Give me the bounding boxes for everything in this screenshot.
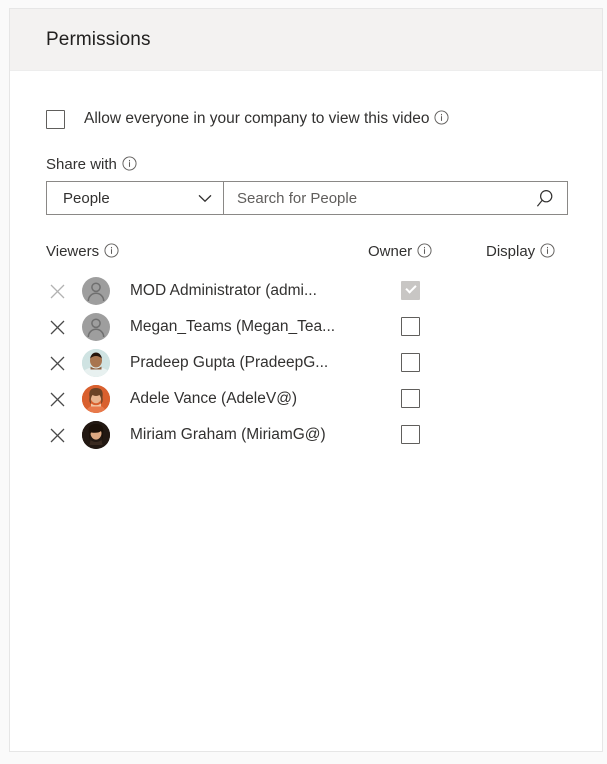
- avatar: [82, 277, 110, 305]
- display-header-text: Display: [486, 243, 536, 260]
- info-icon[interactable]: [122, 156, 137, 171]
- chevron-down-icon: [198, 194, 212, 203]
- owner-header-text: Owner: [368, 243, 413, 260]
- allow-everyone-text: Allow everyone in your company to view t…: [84, 110, 430, 127]
- table-row: MOD Administrator (admi...: [46, 273, 566, 309]
- close-icon[interactable]: [48, 354, 67, 373]
- viewer-name: MOD Administrator (admi...: [130, 282, 317, 299]
- share-with-label: Share with: [46, 156, 566, 173]
- owner-checkbox[interactable]: [401, 317, 420, 336]
- info-icon[interactable]: [540, 243, 555, 258]
- viewer-name: Adele Vance (AdeleV@): [130, 390, 298, 407]
- owner-checkbox[interactable]: [401, 425, 420, 444]
- viewer-name: Miriam Graham (MiriamG@): [130, 426, 326, 443]
- close-icon[interactable]: [48, 318, 67, 337]
- column-header-display: Display: [486, 243, 555, 260]
- viewer-name: Pradeep Gupta (PradeepG...: [130, 354, 329, 371]
- card-body: Allow everyone in your company to view t…: [10, 108, 602, 453]
- close-icon[interactable]: [48, 426, 67, 445]
- avatar: [82, 385, 110, 413]
- table-header-row: Viewers Owner Display: [46, 243, 566, 267]
- table-row: Pradeep Gupta (PradeepG...: [46, 345, 566, 381]
- page-title: Permissions: [46, 28, 151, 50]
- avatar: [82, 421, 110, 449]
- allow-everyone-checkbox[interactable]: [46, 109, 65, 129]
- share-type-value: People: [63, 189, 110, 207]
- permissions-page: Permissions Allow everyone in your compa…: [0, 0, 607, 764]
- viewers-header-text: Viewers: [46, 243, 100, 260]
- table-row: Adele Vance (AdeleV@): [46, 381, 566, 417]
- card-header: Permissions: [10, 9, 602, 71]
- search-icon[interactable]: [534, 188, 555, 209]
- info-icon[interactable]: [417, 243, 432, 258]
- share-type-dropdown[interactable]: People: [46, 181, 224, 215]
- viewers-table: Viewers Owner Display MOD Administrator …: [46, 243, 566, 453]
- avatar: [82, 349, 110, 377]
- viewer-name: Megan_Teams (Megan_Tea...: [130, 318, 336, 335]
- share-with-text: Share with: [46, 156, 117, 173]
- search-people-box[interactable]: [224, 181, 568, 215]
- owner-checkbox[interactable]: [401, 389, 420, 408]
- viewer-rows: MOD Administrator (admi... Megan_Teams (M…: [46, 273, 566, 453]
- close-icon[interactable]: [48, 390, 67, 409]
- column-header-viewers: Viewers: [46, 243, 119, 260]
- column-header-owner: Owner: [368, 243, 432, 260]
- avatar: [82, 313, 110, 341]
- table-row: Megan_Teams (Megan_Tea...: [46, 309, 566, 345]
- info-icon[interactable]: [104, 243, 119, 258]
- owner-checkbox: [401, 281, 420, 300]
- owner-checkbox[interactable]: [401, 353, 420, 372]
- table-row: Miriam Graham (MiriamG@): [46, 417, 566, 453]
- allow-everyone-label: Allow everyone in your company to view t…: [84, 110, 450, 128]
- share-controls: People: [46, 181, 568, 215]
- close-icon[interactable]: [48, 282, 67, 301]
- search-input[interactable]: [237, 189, 528, 207]
- permissions-card: Permissions Allow everyone in your compa…: [9, 8, 603, 752]
- allow-everyone-row[interactable]: Allow everyone in your company to view t…: [46, 108, 566, 130]
- info-icon[interactable]: [434, 110, 450, 125]
